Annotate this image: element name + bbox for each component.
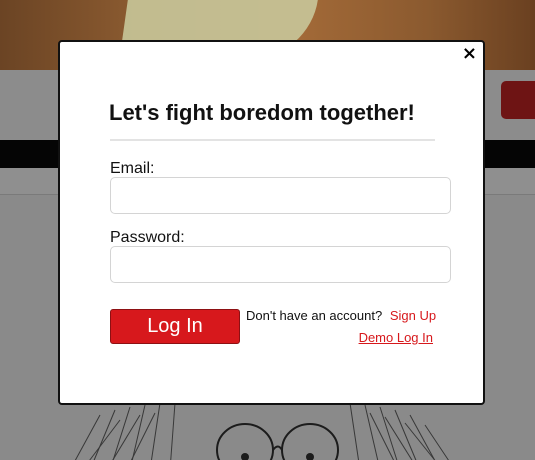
password-field[interactable] xyxy=(110,246,451,283)
email-label: Email: xyxy=(110,160,155,177)
login-button[interactable]: Log In xyxy=(110,309,240,344)
modal-title: Let's fight boredom together! xyxy=(109,100,415,125)
no-account-text: Don't have an account? xyxy=(246,308,383,323)
login-modal: × Let's fight boredom together! Email: P… xyxy=(58,40,485,405)
signup-prompt: Don't have an account? Sign Up xyxy=(246,308,436,323)
title-divider xyxy=(110,139,435,141)
signup-link[interactable]: Sign Up xyxy=(390,308,436,323)
close-icon[interactable]: × xyxy=(462,44,477,64)
password-label: Password: xyxy=(110,229,185,246)
email-field[interactable] xyxy=(110,177,451,214)
header-action-button xyxy=(501,81,535,119)
demo-login-link[interactable]: Demo Log In xyxy=(359,330,433,345)
